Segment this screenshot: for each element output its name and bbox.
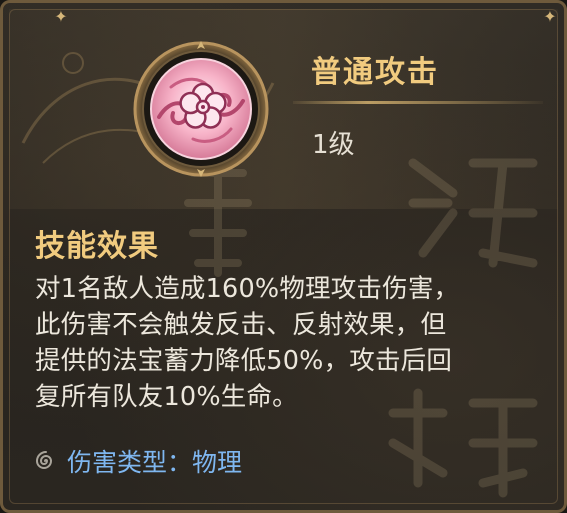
- effect-line: 提供的法宝蓄力降低50%，攻击后回: [35, 346, 453, 376]
- calligraphy-watermark-icon: [184, 169, 252, 277]
- effect-line: 复所有队友10%生命。: [35, 382, 298, 412]
- skill-icon: [131, 39, 271, 179]
- damage-type-label: 伤害类型：物理: [67, 448, 243, 477]
- title-divider: [293, 101, 543, 104]
- sparkle-icon: ✦: [54, 7, 68, 26]
- effect-description: 对1名敌人造成160%物理攻击伤害， 此伤害不会触发反击、反射效果，但 提供的法…: [35, 271, 555, 415]
- sparkle-icon: ✦: [543, 7, 557, 26]
- calligraphy-watermark-icon: [408, 158, 538, 268]
- swirl-icon: [35, 451, 53, 469]
- effect-line: 对1名敌人造成160%物理攻击伤害，: [35, 274, 460, 304]
- effect-line: 此伤害不会触发反击、反射效果，但: [35, 310, 447, 340]
- skill-tooltip-panel: ✦ ✦ 普通攻击 1级 技能效果 对1名敌人造成160%物理攻击伤害， 此伤害不…: [0, 0, 567, 513]
- skill-name: 普通攻击: [311, 55, 439, 90]
- pink-flower-orb-icon: [133, 41, 269, 177]
- skill-level: 1级: [312, 130, 355, 160]
- effect-heading: 技能效果: [35, 229, 159, 264]
- damage-type-row: 伤害类型：物理: [35, 443, 242, 479]
